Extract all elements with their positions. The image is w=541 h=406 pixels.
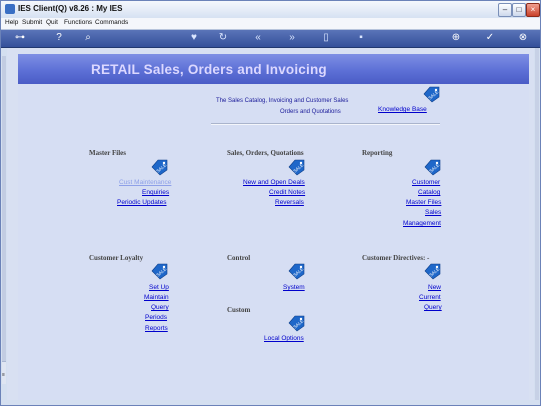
directive-current-link[interactable]: Current xyxy=(419,294,441,301)
forward-icon[interactable]: » xyxy=(285,32,299,44)
system-link[interactable]: System xyxy=(283,284,305,291)
directive-query-link[interactable]: Query xyxy=(424,304,442,311)
menu-commands[interactable]: Commands xyxy=(95,19,128,26)
left-strip xyxy=(2,56,6,376)
sales-orders-heading: Sales, Orders, Quotations xyxy=(227,149,304,157)
knowledge-base-link[interactable]: Knowledge Base xyxy=(378,106,427,113)
enquiries-link[interactable]: Enquiries xyxy=(142,189,169,196)
document-icon[interactable]: ▯ xyxy=(319,32,333,44)
menu-help[interactable]: Help xyxy=(5,19,18,26)
sale-tag-icon: SALE xyxy=(424,159,440,176)
sale-tag-icon: SALE xyxy=(288,315,304,332)
customer-directives-heading: Customer Directives: - xyxy=(362,254,430,262)
menu-functions[interactable]: Functions xyxy=(64,19,92,26)
report-master-files-link[interactable]: Master Files xyxy=(406,199,441,206)
left-strip-marker: ≡ xyxy=(2,361,6,384)
toolbar: ⊶ ? ⌕ ♥ ↻ « » ▯ ▪ ⊕ ✓ ⊗ xyxy=(1,30,540,48)
app-icon xyxy=(5,4,15,14)
report-catalog-link[interactable]: Catalog xyxy=(418,189,440,196)
key-icon[interactable]: ⊶ xyxy=(9,32,31,44)
directive-new-link[interactable]: New xyxy=(428,284,441,291)
save-icon[interactable]: ▪ xyxy=(354,32,368,44)
sale-tag-icon: SALE xyxy=(151,159,167,176)
sale-tag-icon: SALE xyxy=(424,263,440,280)
plus-icon[interactable]: ⊕ xyxy=(449,32,463,44)
maximize-button[interactable]: □ xyxy=(512,3,526,17)
intro-line-2: Orders and Quotations xyxy=(280,109,341,115)
menu-submit[interactable]: Submit xyxy=(22,19,42,26)
title-bar: IES Client(Q) v8.26 : My IES – □ × xyxy=(1,1,540,19)
cust-maintenance-link[interactable]: Cust Maintenance xyxy=(119,179,171,186)
credit-notes-link[interactable]: Credit Notes xyxy=(269,189,305,196)
divider xyxy=(211,123,440,125)
master-files-heading: Master Files xyxy=(89,149,126,157)
back-icon[interactable]: « xyxy=(251,32,265,44)
close-window-button[interactable]: × xyxy=(526,3,540,17)
loyalty-query-link[interactable]: Query xyxy=(151,304,169,311)
sale-tag-icon: SALE xyxy=(288,159,304,176)
search-icon[interactable]: ⌕ xyxy=(81,32,95,44)
control-heading: Control xyxy=(227,254,251,262)
menu-bar: Help Submit Quit Functions Commands xyxy=(1,18,540,30)
loyalty-reports-link[interactable]: Reports xyxy=(145,325,168,332)
report-sales-link[interactable]: Sales xyxy=(425,209,441,216)
sale-tag-icon: SALE xyxy=(423,86,439,103)
periodic-updates-link[interactable]: Periodic Updates xyxy=(117,199,167,206)
loyalty-periods-link[interactable]: Periods xyxy=(145,314,167,321)
heart-icon[interactable]: ♥ xyxy=(187,32,201,44)
cancel-icon[interactable]: ⊗ xyxy=(516,32,530,44)
customer-loyalty-heading: Customer Loyalty xyxy=(89,254,144,262)
reporting-heading: Reporting xyxy=(362,149,393,157)
minimize-button[interactable]: – xyxy=(498,3,512,17)
reversals-link[interactable]: Reversals xyxy=(275,199,304,206)
main-panel xyxy=(18,84,529,400)
report-customer-link[interactable]: Customer xyxy=(412,179,440,186)
refresh-icon[interactable]: ↻ xyxy=(216,32,230,44)
report-management-link[interactable]: Management xyxy=(403,220,441,227)
sale-tag-icon: SALE xyxy=(151,263,167,280)
menu-quit[interactable]: Quit xyxy=(46,19,58,26)
page-title: RETAIL Sales, Orders and Invoicing xyxy=(91,62,327,77)
sale-tag-icon: SALE xyxy=(288,263,304,280)
intro-line-1: The Sales Catalog, Invoicing and Custome… xyxy=(216,98,349,104)
app-window: IES Client(Q) v8.26 : My IES – □ × Help … xyxy=(0,0,541,406)
page-banner: RETAIL Sales, Orders and Invoicing xyxy=(18,54,529,84)
local-options-link[interactable]: Local Options xyxy=(264,335,304,342)
window-title: IES Client(Q) v8.26 : My IES xyxy=(18,4,123,13)
loyalty-setup-link[interactable]: Set Up xyxy=(149,284,169,291)
new-open-deals-link[interactable]: New and Open Deals xyxy=(243,179,305,186)
loyalty-maintain-link[interactable]: Maintain xyxy=(144,294,169,301)
custom-heading: Custom xyxy=(227,306,251,314)
ok-icon[interactable]: ✓ xyxy=(483,32,497,44)
help-icon[interactable]: ? xyxy=(52,32,66,44)
right-scrollbar[interactable] xyxy=(535,48,539,400)
